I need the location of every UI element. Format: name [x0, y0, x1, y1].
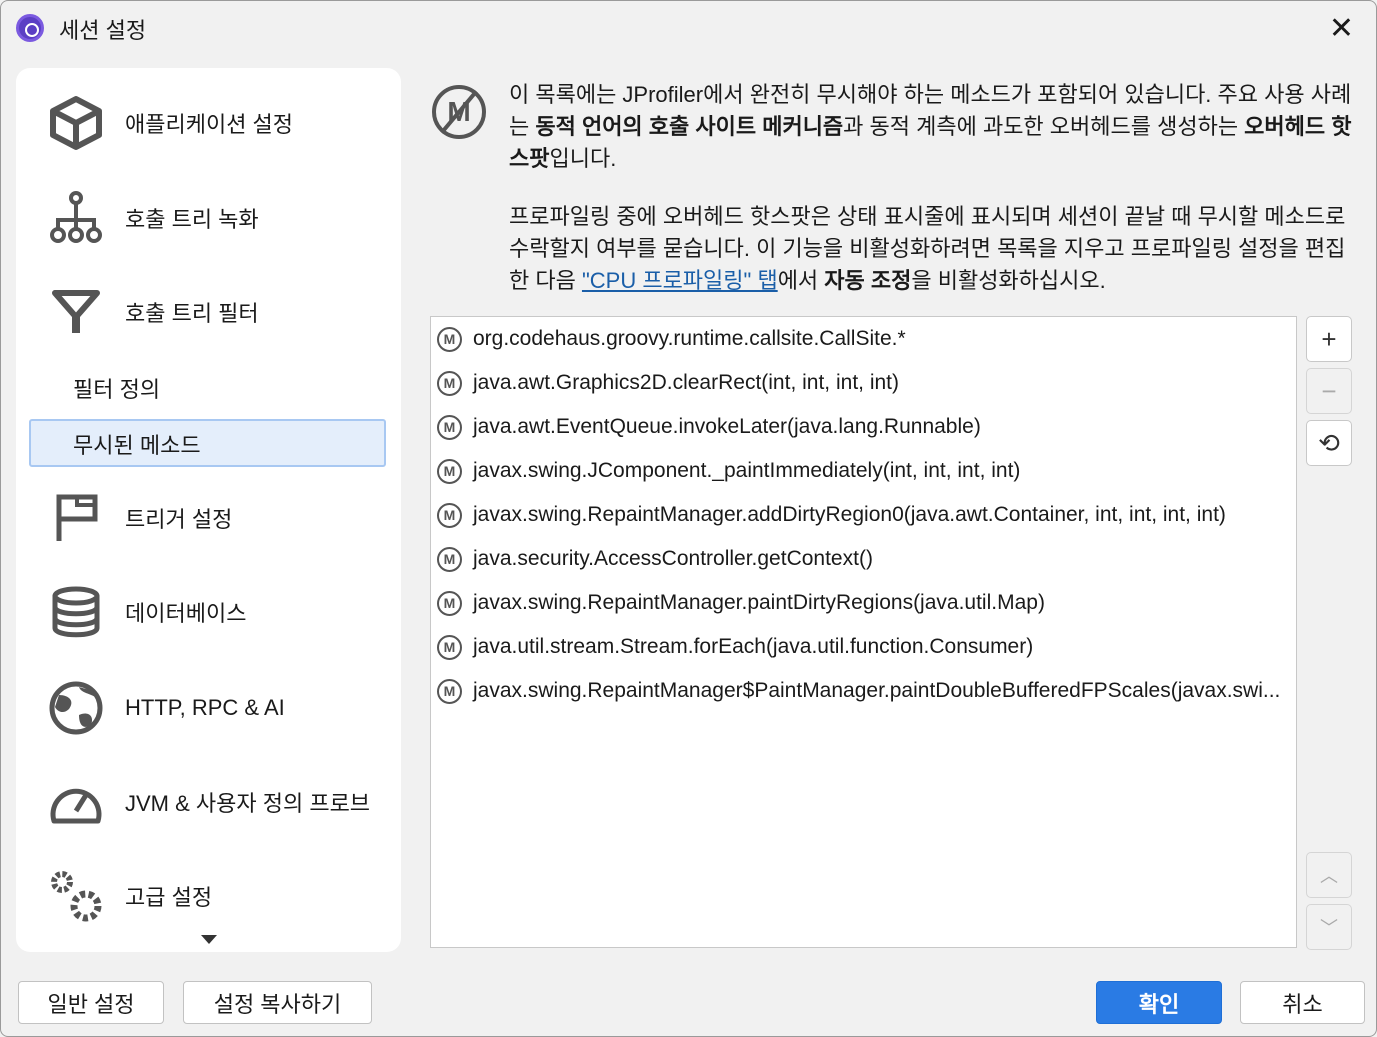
sidebar-item-call-tree-recording[interactable]: 호출 트리 녹화	[16, 188, 401, 248]
sidebar-item-label: 데이터베이스	[125, 601, 247, 626]
ok-button[interactable]: 확인	[1096, 981, 1222, 1024]
method-name: java.security.AccessController.getContex…	[473, 547, 873, 570]
bold-text: 자동 조정	[824, 268, 912, 293]
method-name: java.awt.EventQueue.invokeLater(java.lan…	[473, 415, 981, 438]
method-icon: M	[437, 370, 462, 396]
sidebar-item-label: 애플리케이션 설정	[125, 112, 294, 137]
ignored-method-glyph: M	[447, 96, 471, 127]
list-item[interactable]: Mjava.awt.EventQueue.invokeLater(java.la…	[431, 405, 1296, 449]
method-icon: M	[437, 678, 462, 704]
method-name: java.awt.Graphics2D.clearRect(int, int, …	[473, 371, 899, 394]
sidebar-item-databases[interactable]: 데이터베이스	[16, 582, 401, 642]
method-icon: M	[437, 634, 462, 660]
description: 이 목록에는 JProfiler에서 완전히 무시해야 하는 메소드가 포함되어…	[509, 79, 1354, 323]
method-name: javax.swing.RepaintManager.paintDirtyReg…	[473, 591, 1045, 614]
sidebar-item-advanced-settings[interactable]: 고급 설정	[16, 866, 401, 926]
sidebar-subitem-ignored-methods-label: 무시된 메소드	[73, 433, 201, 458]
copy-settings-button[interactable]: 설정 복사하기	[183, 981, 372, 1024]
method-icon: M	[437, 590, 462, 616]
text: 을 비활성화하십시오.	[911, 268, 1106, 293]
gears-icon	[48, 868, 104, 924]
bold-text: 동적 언어의 호출 사이트 메커니즘	[535, 114, 844, 139]
ignored-method-icon: M	[432, 85, 486, 139]
sidebar-item-call-tree-filters[interactable]: 호출 트리 필터	[16, 282, 401, 342]
general-settings-button[interactable]: 일반 설정	[18, 981, 164, 1024]
sidebar-item-label: 호출 트리 녹화	[125, 207, 259, 232]
sidebar-item-label: 트리거 설정	[125, 507, 233, 532]
list-item[interactable]: Mjava.util.stream.Stream.forEach(java.ut…	[431, 625, 1296, 669]
text: 입니다.	[549, 146, 617, 171]
list-item[interactable]: Mjavax.swing.JComponent._paintImmediatel…	[431, 449, 1296, 493]
scroll-down-indicator-icon[interactable]	[201, 935, 217, 944]
list-item[interactable]: Mjava.security.AccessController.getConte…	[431, 537, 1296, 581]
cancel-button[interactable]: 취소	[1240, 981, 1365, 1024]
title-bar: 세션 설정 ✕	[1, 1, 1376, 53]
sidebar-subitem-filter-definitions[interactable]: 필터 정의	[73, 372, 160, 404]
funnel-icon	[48, 284, 104, 340]
method-name: java.util.stream.Stream.forEach(java.uti…	[473, 635, 1034, 658]
cpu-profiling-tab-link[interactable]: "CPU 프로파일링" 탭	[582, 268, 778, 293]
method-icon: M	[437, 414, 462, 440]
method-icon: M	[437, 546, 462, 572]
move-up-button[interactable]: ︿	[1306, 852, 1352, 898]
window-title: 세션 설정	[59, 18, 147, 43]
text: 과 동적 계측에 과도한 오버헤드를 생성하는	[843, 114, 1245, 139]
sidebar-item-http-rpc-ai[interactable]: HTTP, RPC & AI	[16, 678, 401, 738]
sidebar: 애플리케이션 설정 호출 트리 녹화 호출 트리 필터 필터 정의 무시된 메소…	[16, 68, 401, 952]
sidebar-item-trigger-settings[interactable]: 트리거 설정	[16, 488, 401, 548]
list-item[interactable]: Morg.codehaus.groovy.runtime.callsite.Ca…	[431, 317, 1296, 361]
method-name: javax.swing.RepaintManager$PaintManager.…	[473, 679, 1281, 702]
list-item[interactable]: Mjava.awt.Graphics2D.clearRect(int, int,…	[431, 361, 1296, 405]
method-icon: M	[437, 326, 462, 352]
sidebar-item-label: JVM & 사용자 정의 프로브	[125, 791, 371, 816]
list-item[interactable]: Mjavax.swing.RepaintManager.paintDirtyRe…	[431, 581, 1296, 625]
method-name: javax.swing.JComponent._paintImmediately…	[473, 459, 1021, 482]
app-logo-icon	[16, 14, 44, 42]
tree-icon	[48, 190, 104, 246]
method-icon: M	[437, 502, 462, 528]
sidebar-item-label: HTTP, RPC & AI	[125, 695, 285, 720]
cube-icon	[48, 95, 104, 151]
database-icon	[48, 584, 104, 640]
sidebar-item-label: 호출 트리 필터	[125, 301, 259, 326]
move-down-button[interactable]: ﹀	[1306, 904, 1352, 950]
method-icon: M	[437, 458, 462, 484]
description-paragraph-1: 이 목록에는 JProfiler에서 완전히 무시해야 하는 메소드가 포함되어…	[509, 79, 1354, 175]
reset-button[interactable]: ⟲	[1306, 420, 1352, 466]
text: 에서	[777, 268, 825, 293]
gauge-icon	[48, 774, 104, 830]
method-name: javax.swing.RepaintManager.addDirtyRegio…	[473, 503, 1226, 526]
method-name: org.codehaus.groovy.runtime.callsite.Cal…	[473, 327, 906, 350]
add-button[interactable]: +	[1306, 316, 1352, 362]
ignored-methods-list[interactable]: Morg.codehaus.groovy.runtime.callsite.Ca…	[430, 316, 1297, 948]
close-icon[interactable]: ✕	[1329, 11, 1354, 46]
list-item[interactable]: Mjavax.swing.RepaintManager.addDirtyRegi…	[431, 493, 1296, 537]
globe-icon	[48, 680, 104, 736]
list-item[interactable]: Mjavax.swing.RepaintManager$PaintManager…	[431, 669, 1296, 713]
sidebar-item-jvm-custom-probes[interactable]: JVM & 사용자 정의 프로브	[16, 772, 401, 832]
sidebar-item-application-settings[interactable]: 애플리케이션 설정	[16, 93, 401, 153]
sidebar-item-label: 고급 설정	[125, 885, 213, 910]
flag-icon	[48, 490, 104, 546]
remove-button[interactable]: −	[1306, 368, 1352, 414]
description-paragraph-2: 프로파일링 중에 오버헤드 핫스팟은 상태 표시줄에 표시되며 세션이 끝날 때…	[509, 201, 1354, 297]
